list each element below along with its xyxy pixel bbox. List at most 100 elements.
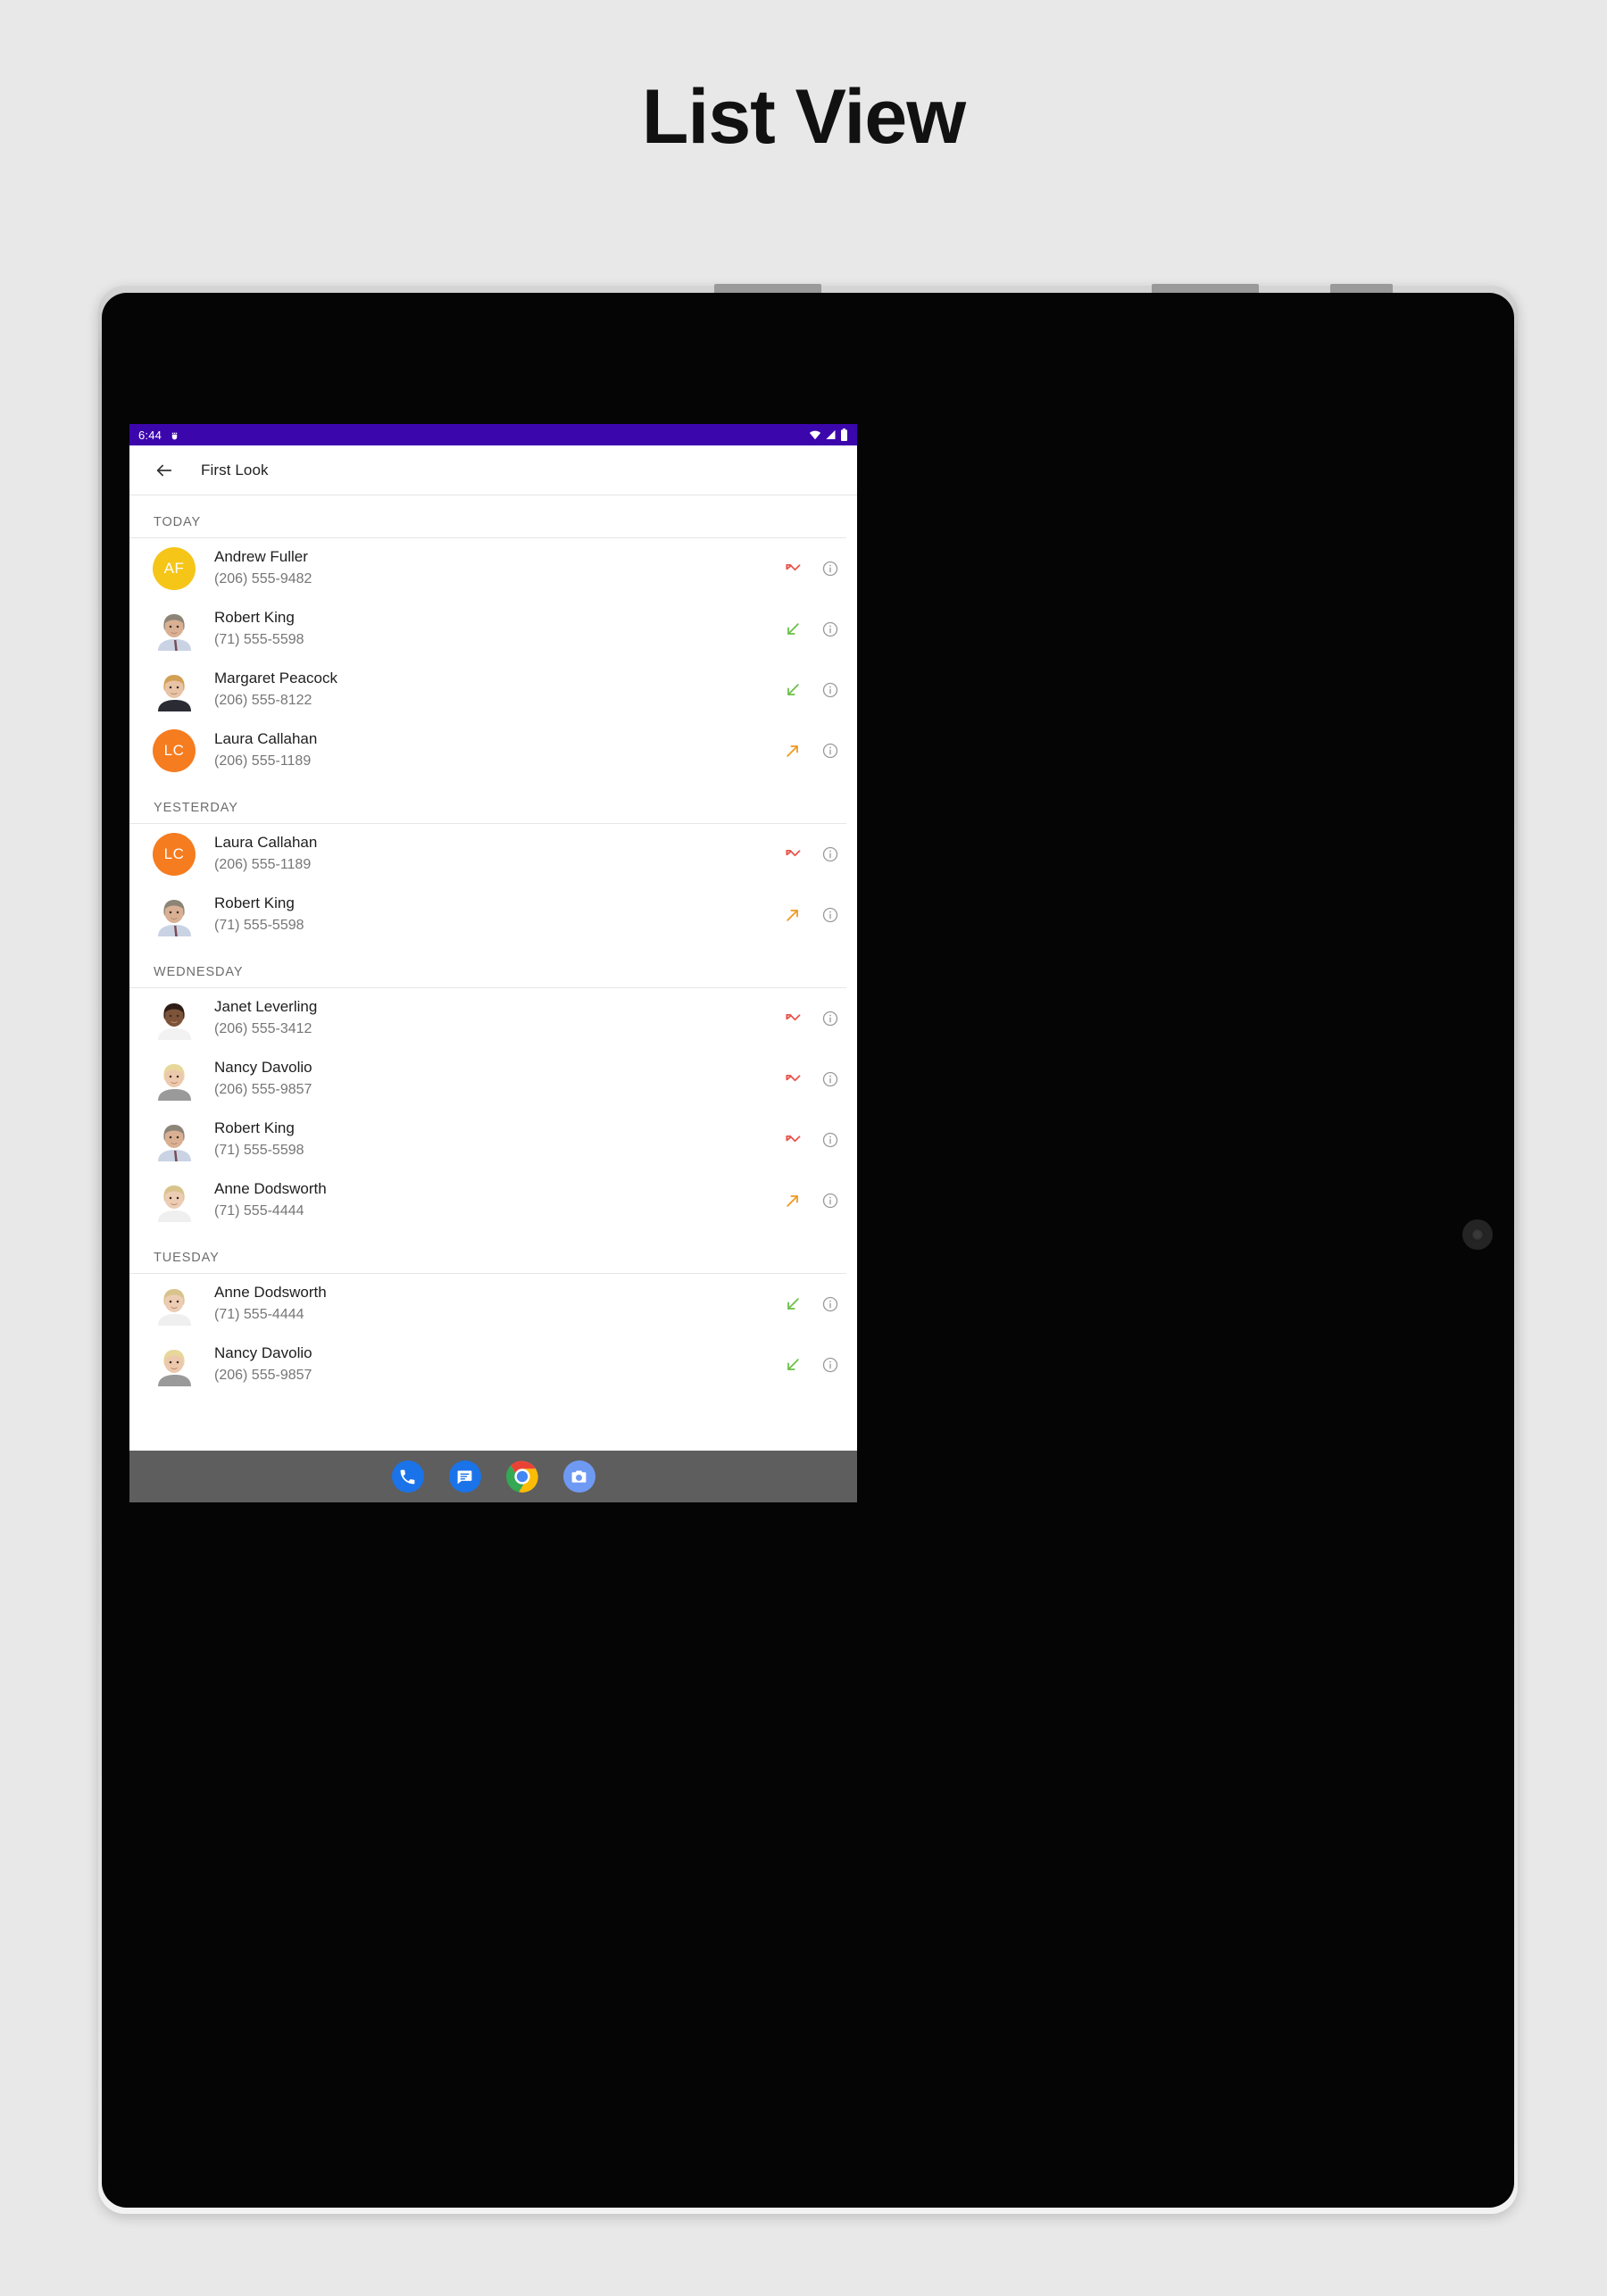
contact-name: Anne Dodsworth: [214, 1180, 327, 1198]
call-log-row[interactable]: Nancy Davolio (206) 555-9857: [129, 1335, 857, 1395]
call-log-row[interactable]: Janet Leverling (206) 555-3412: [129, 988, 857, 1049]
missed-call-icon: [786, 1135, 801, 1143]
avatar-photo: [153, 608, 196, 651]
tablet-top-button-2[interactable]: [1152, 284, 1259, 293]
call-log-row-text: Robert King (71) 555-5598: [214, 1119, 784, 1160]
incoming-call-icon: [787, 1298, 799, 1310]
call-log-row-text: Janet Leverling (206) 555-3412: [214, 997, 784, 1039]
call-log-list[interactable]: TODAY AF Andrew Fuller (206) 555-9482 Ro…: [129, 495, 857, 1450]
contact-phone: (71) 555-4444: [214, 1203, 304, 1219]
contact-name: Nancy Davolio: [214, 1344, 312, 1362]
info-icon: [822, 1011, 838, 1027]
android-navigation-bar: [129, 1451, 857, 1502]
avatar-photo: [153, 894, 196, 936]
info-icon: [822, 1296, 838, 1312]
call-log-row-actions: [784, 1010, 843, 1027]
avatar-photo: [153, 1179, 196, 1222]
contact-phone: (206) 555-1189: [214, 753, 312, 769]
page-title: List View: [641, 74, 966, 160]
contact-phone: (206) 555-1189: [214, 857, 312, 873]
info-icon: [822, 846, 838, 862]
contact-name: Nancy Davolio: [214, 1059, 312, 1077]
call-log-row-text: Robert King (71) 555-5598: [214, 608, 784, 650]
call-log-row[interactable]: Anne Dodsworth (71) 555-4444: [129, 1274, 857, 1335]
avatar-photo: [153, 1343, 196, 1386]
back-button[interactable]: [149, 455, 179, 486]
contact-photo: [153, 608, 196, 651]
contact-photo: [153, 1179, 196, 1222]
call-log-row-actions: [784, 1295, 843, 1313]
contact-name: Janet Leverling: [214, 998, 318, 1016]
tablet-top-button-1[interactable]: [714, 284, 821, 293]
call-log-row-text: Margaret Peacock (206) 555-8122: [214, 669, 784, 711]
cellular-signal-icon: [826, 430, 836, 439]
missed-call-icon: [786, 1013, 801, 1021]
contact-phone: (71) 555-5598: [214, 918, 304, 934]
avatar-initials: AF: [153, 547, 196, 590]
avatar-photo: [153, 1283, 196, 1326]
info-icon: [822, 1357, 838, 1373]
contact-photo: [153, 1343, 196, 1386]
contact-phone: (206) 555-8122: [214, 693, 312, 709]
missed-call-icon: [786, 563, 801, 571]
camera-app-icon[interactable]: [562, 1460, 595, 1493]
info-icon: [822, 1071, 838, 1087]
contact-name: Robert King: [214, 894, 295, 912]
info-icon: [822, 682, 838, 698]
call-log-row[interactable]: Robert King (71) 555-5598: [129, 599, 857, 660]
contact-name: Anne Dodsworth: [214, 1284, 327, 1302]
contact-name: Andrew Fuller: [214, 548, 308, 566]
android-debug-icon: [169, 429, 180, 441]
section-header: TUESDAY: [129, 1231, 846, 1274]
avatar-photo: [153, 1119, 196, 1161]
avatar-initials: LC: [153, 729, 196, 772]
contact-name: Laura Callahan: [214, 730, 318, 748]
call-log-row-text: Nancy Davolio (206) 555-9857: [214, 1058, 784, 1100]
call-log-row-actions: [784, 560, 843, 578]
call-log-row[interactable]: LC Laura Callahan (206) 555-1189: [129, 824, 857, 885]
contact-name: Robert King: [214, 609, 295, 627]
call-log-row-actions: [784, 620, 843, 638]
outgoing-call-icon: [787, 745, 798, 757]
call-log-row-text: Nancy Davolio (206) 555-9857: [214, 1343, 784, 1385]
contact-photo: [153, 894, 196, 936]
call-log-row-actions: [784, 1070, 843, 1088]
call-log-row[interactable]: Margaret Peacock (206) 555-8122: [129, 660, 857, 720]
status-bar-clock: 6:44: [138, 428, 162, 442]
section-header: WEDNESDAY: [129, 945, 846, 988]
call-log-row-text: Robert King (71) 555-5598: [214, 894, 784, 936]
call-log-row-actions: [784, 906, 843, 924]
contact-photo: [153, 669, 196, 711]
call-log-row[interactable]: Robert King (71) 555-5598: [129, 885, 857, 945]
incoming-call-icon: [787, 684, 799, 695]
call-log-row-actions: [784, 845, 843, 863]
contact-phone: (206) 555-3412: [214, 1021, 312, 1037]
incoming-call-icon: [787, 623, 799, 635]
call-log-row-actions: [784, 681, 843, 699]
call-log-row[interactable]: LC Laura Callahan (206) 555-1189: [129, 720, 857, 781]
call-log-row[interactable]: Nancy Davolio (206) 555-9857: [129, 1049, 857, 1110]
call-log-row[interactable]: AF Andrew Fuller (206) 555-9482: [129, 538, 857, 599]
status-bar-right-icons: [809, 428, 848, 441]
avatar-initials: LC: [153, 833, 196, 876]
contact-name: Robert King: [214, 1119, 295, 1137]
section-header: TODAY: [129, 495, 846, 538]
phone-app-icon[interactable]: [391, 1460, 424, 1493]
call-log-row-text: Anne Dodsworth (71) 555-4444: [214, 1179, 784, 1221]
call-log-row-text: Laura Callahan (206) 555-1189: [214, 729, 784, 771]
avatar-photo: [153, 1058, 196, 1101]
avatar-photo: [153, 997, 196, 1040]
wifi-icon: [809, 430, 821, 440]
device-screen: 6:44 First Look TODAY AF Andrew Fuller (…: [129, 424, 857, 1451]
info-icon: [822, 1132, 838, 1148]
call-log-row[interactable]: Anne Dodsworth (71) 555-4444: [129, 1170, 857, 1231]
call-log-row[interactable]: Robert King (71) 555-5598: [129, 1110, 857, 1170]
tablet-top-button-3[interactable]: [1330, 284, 1393, 293]
call-log-row-text: Anne Dodsworth (71) 555-4444: [214, 1283, 784, 1325]
contact-phone: (71) 555-5598: [214, 632, 304, 648]
outgoing-call-icon: [787, 1195, 798, 1207]
app-bar-title: First Look: [201, 461, 269, 478]
contact-phone: (206) 555-9857: [214, 1082, 312, 1098]
chrome-app-icon[interactable]: [505, 1460, 538, 1493]
messages-app-icon[interactable]: [448, 1460, 481, 1493]
